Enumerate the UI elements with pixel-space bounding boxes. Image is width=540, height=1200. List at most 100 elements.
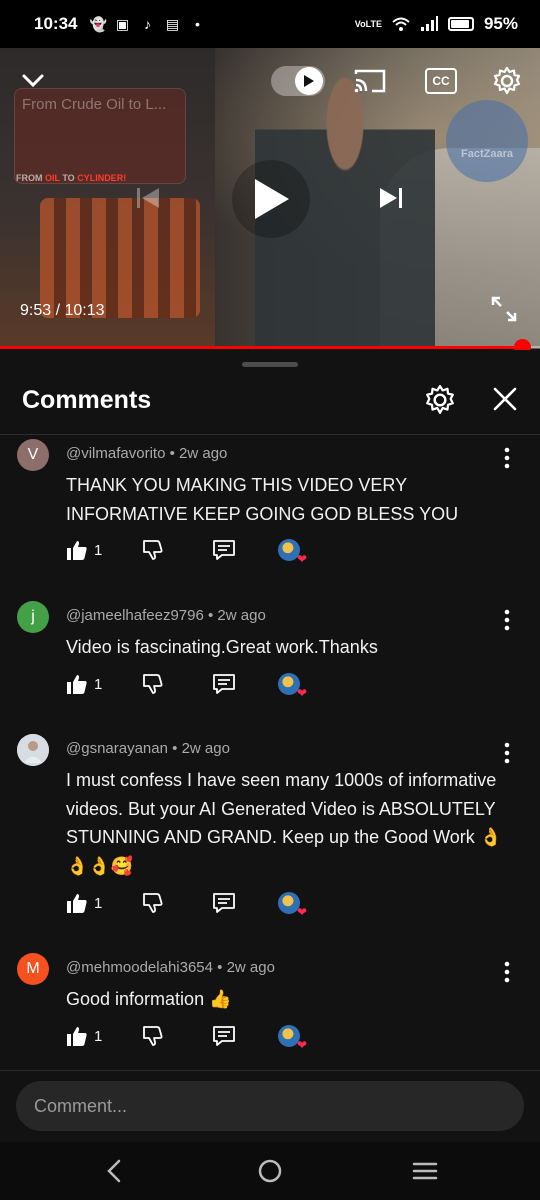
comment-author[interactable]: @gsnarayanan: [66, 740, 168, 757]
comment-author[interactable]: @jameelhafeez9796: [66, 607, 204, 624]
more-vert-icon: [504, 609, 510, 631]
reply-icon: [213, 674, 235, 694]
video-timecode: 9:53 / 10:13: [20, 302, 105, 319]
comments-sheet: Comments V @vilmafavorito • 2w ago THANK…: [0, 350, 540, 1142]
battery-level: 95%: [483, 14, 518, 33]
cast-button[interactable]: [353, 66, 387, 96]
creator-heart: ❤: [278, 888, 307, 918]
system-icons: VoLTE 95%: [355, 14, 518, 34]
like-count: 1: [94, 541, 103, 559]
video-frame-workers: [40, 198, 200, 318]
tiktok-icon: ♪: [143, 16, 151, 32]
back-icon: [107, 1159, 121, 1183]
creator-heart: ❤: [278, 669, 307, 699]
comment-author[interactable]: @vilmafavorito: [66, 445, 165, 462]
comment-text: I must confess I have seen many 1000s of…: [66, 770, 503, 876]
reply-button[interactable]: [212, 1021, 236, 1051]
comment-meta: @mehmoodelahi3654 • 2w ago: [66, 959, 275, 976]
autoplay-toggle[interactable]: [271, 66, 325, 96]
system-navigation-bar: [0, 1142, 540, 1200]
channel-watermark[interactable]: FactZaara: [446, 100, 528, 182]
status-time: 10:34: [34, 14, 78, 33]
comment-author[interactable]: @mehmoodelahi3654: [66, 959, 213, 976]
comment-menu-button[interactable]: [496, 445, 518, 471]
video-progress-bar[interactable]: [0, 339, 540, 356]
reply-button[interactable]: [212, 535, 236, 565]
dislike-button[interactable]: [142, 535, 164, 565]
app-icon: ▣: [115, 16, 130, 32]
like-count: 1: [94, 675, 103, 693]
next-button[interactable]: [376, 183, 406, 213]
seek-preview-caption: FROM OIL TO CYLINDER!: [16, 173, 127, 183]
thumbs-down-icon: [143, 1026, 163, 1046]
signal-icon: [420, 16, 438, 31]
comment-menu-button[interactable]: [496, 959, 518, 985]
avatar[interactable]: M: [17, 953, 49, 985]
reply-button[interactable]: [212, 888, 236, 918]
volte-icon: VoLTE: [354, 18, 382, 29]
cast-icon: [354, 69, 386, 93]
gear-icon: [426, 385, 454, 414]
wifi-icon: [392, 17, 410, 31]
dislike-button[interactable]: [142, 888, 164, 918]
more-vert-icon: [504, 742, 510, 764]
comment-text: Video is fascinating.Great work.Thanks: [66, 637, 378, 657]
avatar[interactable]: j: [17, 601, 49, 633]
dislike-button[interactable]: [142, 669, 164, 699]
profile-photo-icon: [17, 734, 49, 766]
collapse-player-button[interactable]: [18, 66, 48, 96]
creator-heart: ❤: [278, 535, 307, 565]
seek-preview-title: From Crude Oil to L...: [22, 96, 167, 113]
nav-home-button[interactable]: [255, 1156, 285, 1186]
like-button[interactable]: 1: [66, 669, 102, 699]
comment-menu-button[interactable]: [496, 607, 518, 633]
nav-back-button[interactable]: [99, 1156, 129, 1186]
fullscreen-button[interactable]: [489, 294, 519, 324]
thumbs-down-icon: [143, 674, 163, 694]
like-button[interactable]: 1: [66, 535, 102, 565]
player-settings-button[interactable]: [490, 64, 524, 98]
comments-settings-button[interactable]: [424, 384, 458, 418]
like-count: 1: [94, 894, 103, 912]
more-vert-icon: [504, 961, 510, 983]
drag-handle[interactable]: [242, 362, 298, 367]
reply-button[interactable]: [212, 669, 236, 699]
creator-heart-icon: ❤: [278, 892, 307, 918]
nav-recents-button[interactable]: [410, 1156, 440, 1186]
previous-button[interactable]: [133, 183, 163, 213]
comment-text: THANK YOU MAKING THIS VIDEO VERY INFORMA…: [66, 475, 459, 524]
avatar[interactable]: [17, 734, 49, 766]
dislike-button[interactable]: [142, 1021, 164, 1051]
comment-input-bar: [0, 1070, 540, 1142]
comment-input[interactable]: [16, 1081, 524, 1131]
avatar[interactable]: V: [17, 439, 49, 471]
like-button[interactable]: 1: [66, 1021, 102, 1051]
thumbs-up-icon: [67, 541, 87, 560]
comment-age: 2w ago: [181, 740, 230, 757]
thumbs-up-icon: [67, 1027, 87, 1046]
creator-heart-icon: ❤: [278, 673, 307, 699]
like-count: 1: [94, 1027, 103, 1045]
thumbs-down-icon: [143, 893, 163, 913]
comment-meta: @jameelhafeez9796 • 2w ago: [66, 607, 266, 624]
fullscreen-icon: [491, 296, 517, 322]
reply-icon: [213, 1026, 235, 1046]
like-button[interactable]: 1: [66, 888, 102, 918]
progress-fill: [0, 346, 523, 349]
gear-icon: [493, 66, 521, 95]
recents-icon: [412, 1162, 438, 1180]
thumbs-up-icon: [67, 894, 87, 913]
close-comments-button[interactable]: [492, 386, 522, 416]
play-button[interactable]: [232, 160, 310, 238]
skip-previous-icon: [137, 188, 159, 208]
comment-age: 2w ago: [217, 607, 266, 624]
comment-menu-button[interactable]: [496, 740, 518, 766]
notification-icons: 👻 ▣ ♪ ▤ •: [89, 16, 205, 32]
creator-heart-icon: ❤: [278, 1025, 307, 1051]
comment-meta: @gsnarayanan • 2w ago: [66, 740, 230, 757]
captions-button[interactable]: CC: [425, 68, 457, 94]
close-icon: [493, 387, 517, 411]
play-icon: [255, 179, 289, 219]
status-bar: 10:34 👻 ▣ ♪ ▤ • VoLTE 95%: [0, 0, 540, 48]
more-vert-icon: [504, 447, 510, 469]
